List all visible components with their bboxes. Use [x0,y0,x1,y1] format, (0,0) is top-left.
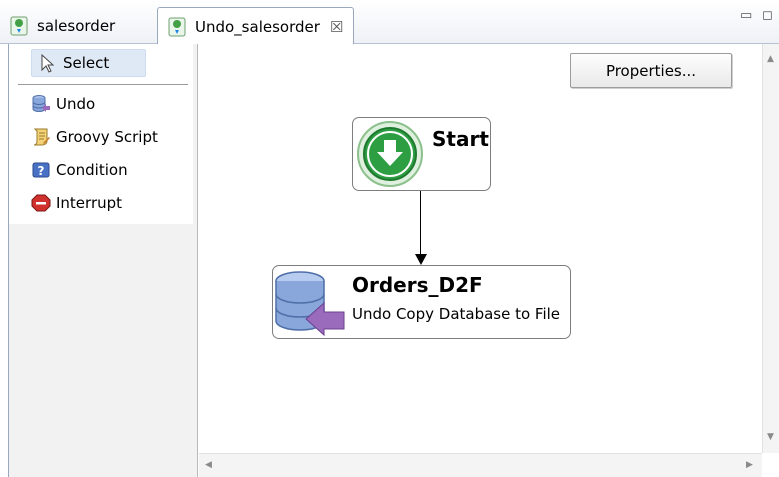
database-undo-icon [274,271,346,341]
editor-tab-strip: salesorder Undo_salesorder ☒ ▭ ◻ [0,0,779,45]
scroll-up-icon[interactable]: ▲ [767,54,774,64]
orders-d2f-node[interactable]: Orders_D2F Undo Copy Database to File [272,265,571,339]
tab-salesorder[interactable]: salesorder [0,7,157,44]
maximize-icon[interactable]: ◻ [762,8,773,23]
tab-undo-salesorder[interactable]: Undo_salesorder ☒ [157,7,354,45]
vertical-scrollbar[interactable]: ▲ ▼ [762,44,779,453]
properties-button[interactable]: Properties... [570,53,732,88]
node-subtitle: Undo Copy Database to File [352,305,561,323]
horizontal-scrollbar[interactable]: ◀ ▶ [199,453,762,477]
tab-label: salesorder [37,16,116,35]
minimize-icon[interactable]: ▭ [740,8,752,23]
scroll-down-icon[interactable]: ▼ [767,432,774,442]
close-icon[interactable]: ☒ [330,18,343,36]
process-flow-icon [8,15,30,37]
connector-line[interactable] [420,191,421,255]
start-node[interactable]: Start [352,117,491,191]
node-title: Orders_D2F [352,273,483,297]
scroll-right-icon[interactable]: ▶ [746,460,753,470]
connector-arrowhead [415,254,427,265]
process-flow-icon [166,16,188,38]
tab-label: Undo_salesorder [195,17,320,36]
start-arrow-icon [356,120,424,192]
process-canvas[interactable] [199,44,762,453]
scroll-left-icon[interactable]: ◀ [205,460,212,470]
node-title: Start [432,127,489,151]
